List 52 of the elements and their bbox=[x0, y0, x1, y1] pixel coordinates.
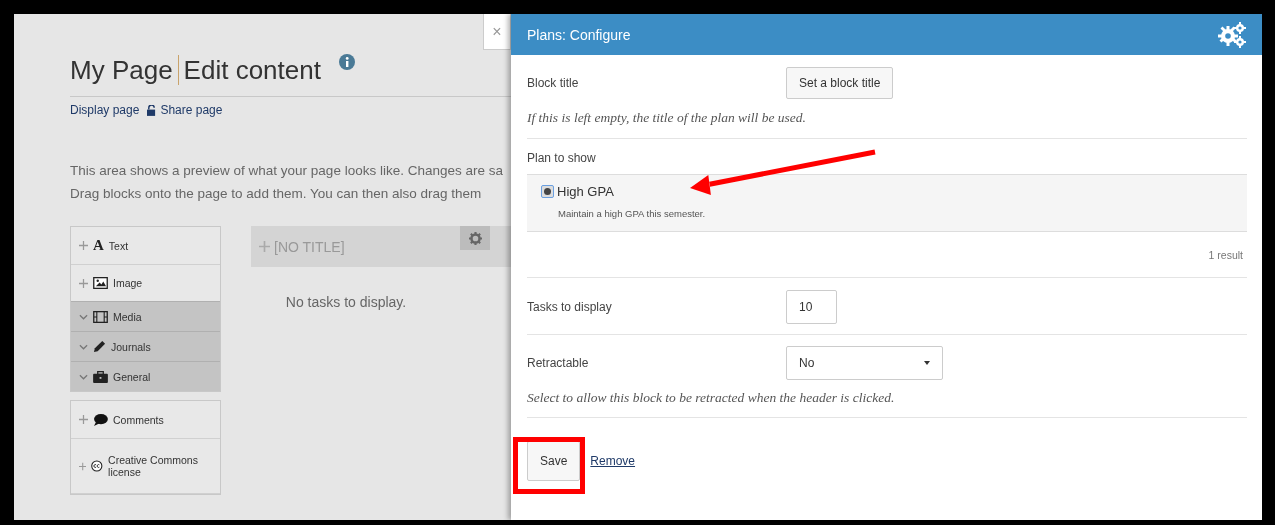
plan-description: Maintain a high GPA this semester. bbox=[558, 208, 707, 219]
intro-text: This area shows a preview of what your page looks like. Changes are sa bbox=[70, 162, 504, 180]
chevron-down-icon bbox=[79, 313, 88, 320]
letter-icon: A bbox=[93, 237, 104, 254]
block-item[interactable]: Creative Commons license bbox=[71, 438, 220, 494]
chevron-down-icon bbox=[79, 343, 88, 350]
dialog-title: Plans: Configure bbox=[527, 26, 631, 43]
empty-message: No tasks to display. bbox=[284, 294, 408, 310]
speech-bubble-icon bbox=[93, 413, 108, 426]
gears-icon bbox=[1217, 20, 1247, 49]
set-title-button[interactable]: Set a block title bbox=[786, 66, 894, 99]
info-icon[interactable] bbox=[338, 54, 355, 70]
retractable-dropdown[interactable]: No bbox=[786, 345, 943, 380]
caret-icon bbox=[924, 360, 930, 365]
block-title: [NO TITLE] bbox=[274, 238, 345, 255]
block-item[interactable]: Comments bbox=[71, 401, 220, 438]
page-link[interactable]: Share page bbox=[160, 103, 223, 117]
move-handle-icon bbox=[79, 241, 88, 250]
remove-link[interactable]: Remove bbox=[590, 454, 636, 468]
field-label: Retractable bbox=[527, 355, 590, 370]
image-icon bbox=[93, 277, 108, 289]
help-text: Select to allow this block to be retracted when the header is clicked. bbox=[527, 390, 896, 406]
radio-button[interactable] bbox=[541, 185, 554, 198]
page-subtitle: Edit content bbox=[183, 54, 321, 86]
move-handle-icon bbox=[259, 241, 270, 252]
block-category[interactable]: Media bbox=[71, 301, 220, 331]
creative-commons-icon bbox=[91, 459, 104, 473]
block-category[interactable]: Journals bbox=[71, 331, 220, 361]
field-label: Plan to show bbox=[527, 151, 597, 165]
help-text: If this is left empty, the title of the plan will be used. bbox=[527, 110, 807, 126]
block-settings-button[interactable] bbox=[460, 226, 490, 250]
field-label: Block title bbox=[527, 75, 580, 90]
settings-icon bbox=[468, 231, 482, 245]
pencil-icon bbox=[93, 340, 106, 353]
tasks-input[interactable]: 10 bbox=[786, 289, 837, 324]
result-count: 1 result bbox=[1208, 249, 1243, 261]
film-icon bbox=[93, 310, 108, 323]
intro-text: Drag blocks onto the page to add them. You can then also drag them bbox=[70, 185, 483, 203]
block-item[interactable]: A Text bbox=[71, 227, 220, 264]
page-title: My Page bbox=[70, 54, 173, 86]
block-category[interactable]: General bbox=[71, 361, 220, 391]
chevron-down-icon bbox=[79, 373, 88, 380]
move-handle-icon bbox=[79, 461, 87, 471]
unlocked-padlock-icon bbox=[147, 104, 157, 116]
move-handle-icon bbox=[79, 415, 88, 424]
field-label: Tasks to display bbox=[527, 299, 613, 314]
save-button[interactable]: Save bbox=[527, 441, 581, 481]
page-link[interactable]: Display page bbox=[70, 103, 140, 117]
highlight-box bbox=[513, 437, 585, 494]
briefcase-icon bbox=[93, 370, 108, 383]
plan-name: High GPA bbox=[557, 184, 614, 199]
move-handle-icon bbox=[79, 278, 88, 288]
